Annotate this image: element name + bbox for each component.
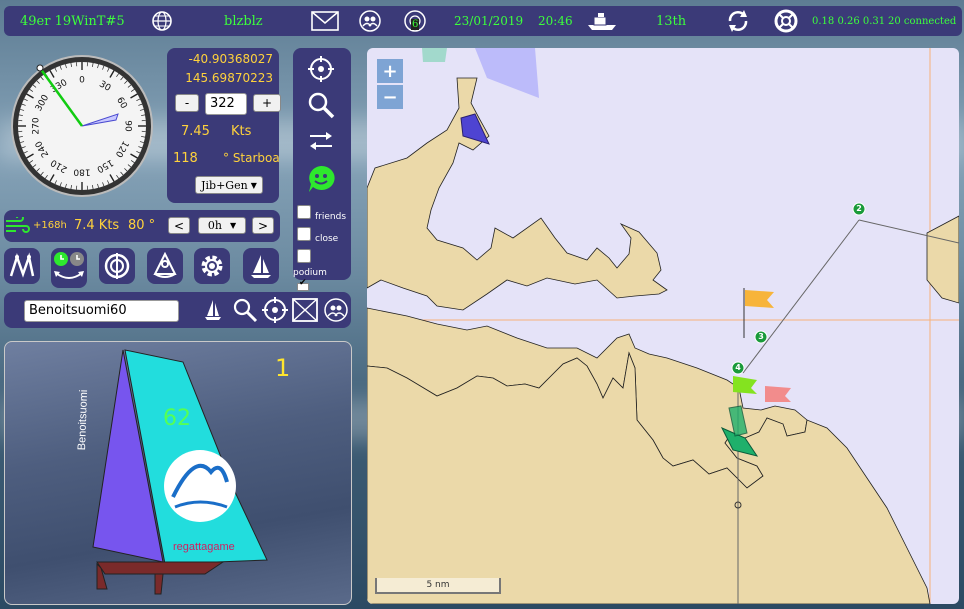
forecast-offset: +168h <box>33 220 67 231</box>
friends-icon[interactable] <box>324 298 348 326</box>
polar-icon[interactable] <box>99 248 135 284</box>
wind-sector <box>475 48 539 98</box>
race-name[interactable]: 49er 19WinT#5 <box>20 14 125 29</box>
compass-label: 180 <box>73 167 90 177</box>
wind-direction: 80 ° <box>128 218 156 233</box>
date: 23/01/2019 <box>454 14 524 28</box>
sail-select[interactable]: Jib+Gen ▼ <box>195 176 263 194</box>
globe-icon[interactable] <box>150 10 174 32</box>
position-panel: -40.90368027 145.69870223 - 322 + 7.45 K… <box>167 48 281 203</box>
wind-bar: +168h 7.4 Kts 80 ° < 0h ▼ > <box>4 210 280 242</box>
friends-label: friends <box>315 212 347 222</box>
boat-name-input[interactable]: Benoitsuomi60 <box>24 300 179 322</box>
sailboat-icon[interactable] <box>204 299 222 325</box>
zoom-out-button[interactable]: − <box>377 85 403 109</box>
boat-icon[interactable] <box>584 10 620 32</box>
latitude: -40.90368027 <box>188 52 274 66</box>
race-map[interactable]: 2 3 4 + − 5 nm <box>367 48 959 604</box>
help-lifebuoy-icon[interactable] <box>774 9 798 33</box>
landmass-north <box>367 77 668 311</box>
sextant-icon[interactable] <box>147 248 183 284</box>
sail-rank: 1 <box>275 354 291 382</box>
search-icon[interactable] <box>232 297 258 327</box>
hull <box>96 561 225 575</box>
boat-speed: 7.45 <box>181 124 210 139</box>
podium-label: podium <box>293 268 327 278</box>
refresh-icon[interactable] <box>726 10 750 32</box>
messages-badge: 6 <box>411 19 420 30</box>
ranking[interactable]: 13th <box>656 14 686 29</box>
heading-plus-button[interactable]: + <box>253 94 281 112</box>
waypoint-label: 3 <box>758 332 764 341</box>
compass-label: 270 <box>32 117 42 134</box>
close-checkbox[interactable] <box>297 227 311 241</box>
competitor-boat-top <box>422 48 447 62</box>
boat-speed-unit: Kts <box>231 124 252 139</box>
extra-checkbox[interactable]: ✔ <box>297 278 309 291</box>
waypoint-label: 2 <box>856 204 862 213</box>
mail-icon[interactable] <box>292 298 318 326</box>
time: 20:46 <box>538 14 573 28</box>
close-label: close <box>315 234 339 244</box>
red-flag <box>765 386 791 402</box>
connected-count: 20 connected <box>888 16 957 27</box>
sailboat-icon[interactable] <box>243 248 279 284</box>
landmass-east <box>926 215 959 304</box>
hull-rudder <box>154 573 164 595</box>
top-bar: 49er 19WinT#5 blzblz 6 23/01/2019 20:46 … <box>4 6 962 36</box>
sail-owner-name: Benoitsuomi <box>76 389 91 451</box>
sail-preview-panel: 1 62 Benoitsuomi regattagame <box>4 341 352 605</box>
boat-search-bar: Benoitsuomi60 <box>4 292 351 328</box>
friends-icon[interactable] <box>358 10 382 32</box>
waypoint-label: 4 <box>735 363 741 372</box>
tool-column: friends close podium <box>293 48 351 280</box>
check-mark-icon: ✔ <box>299 278 307 288</box>
search-icon[interactable] <box>306 90 336 120</box>
heading-handle[interactable] <box>36 64 44 72</box>
chevron-down-icon: ▼ <box>250 180 257 190</box>
timer-icon[interactable] <box>51 248 87 288</box>
sail-brand: regattagame <box>173 541 235 553</box>
green-flag <box>733 376 757 394</box>
messages-icon[interactable]: 6 <box>403 10 427 32</box>
wind-speed: 7.4 Kts <box>74 218 120 233</box>
time-select[interactable]: 0h ▼ <box>198 217 246 234</box>
sail-select-value: Jib+Gen <box>201 178 248 192</box>
twa-tack: ° Starboa <box>223 151 279 165</box>
route-icon[interactable] <box>4 248 40 284</box>
prev-time-button[interactable]: < <box>168 217 190 234</box>
mail-icon[interactable] <box>310 10 340 32</box>
podium-checkbox[interactable] <box>297 249 311 263</box>
compass-label: 90 <box>123 120 133 132</box>
map-scale-bar: 5 nm <box>375 578 501 594</box>
zoom-in-button[interactable]: + <box>377 59 403 83</box>
wind-icon <box>6 214 30 239</box>
username[interactable]: blzblz <box>224 14 263 29</box>
chat-icon[interactable] <box>306 164 336 194</box>
settings-gear-icon[interactable] <box>194 248 230 284</box>
longitude: 145.69870223 <box>185 71 273 85</box>
compass[interactable]: 0 30 60 90 120 150 180 210 240 270 300 330 <box>10 54 154 198</box>
latency-stats: 0.18 0.26 0.31 <box>812 16 886 27</box>
target-icon[interactable] <box>262 297 288 327</box>
orange-flag <box>745 290 774 308</box>
next-time-button[interactable]: > <box>252 217 274 234</box>
compass-label: 0 <box>79 76 85 86</box>
regattagame-logo <box>164 450 236 522</box>
friends-checkbox[interactable] <box>297 205 311 219</box>
swap-arrows-icon[interactable] <box>306 126 336 156</box>
center-boat-icon[interactable] <box>306 54 336 84</box>
sail-number: 62 <box>163 406 191 431</box>
chevron-down-icon: ▼ <box>229 221 237 230</box>
heading-input[interactable]: 322 <box>205 93 247 115</box>
heading-minus-button[interactable]: - <box>175 94 199 112</box>
twa-value: 118 <box>173 151 198 166</box>
time-select-value: 0h <box>207 219 222 232</box>
